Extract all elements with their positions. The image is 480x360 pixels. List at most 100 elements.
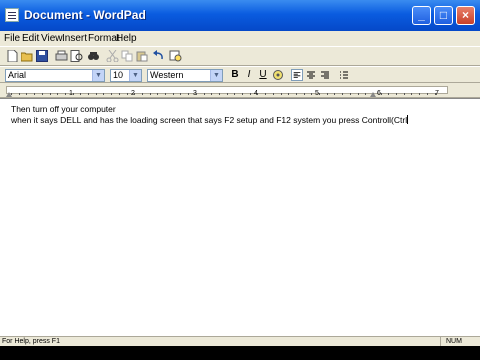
ruler-tick (357, 93, 359, 95)
ruler-tick (18, 93, 20, 95)
status-help-text: For Help, press F1 (2, 338, 60, 345)
ruler-tick (280, 93, 282, 95)
ruler-tick (426, 93, 428, 95)
menu-file[interactable]: File (4, 33, 20, 44)
ruler-tick (365, 93, 367, 95)
ruler-tick (88, 93, 89, 95)
ruler-tick (272, 93, 274, 95)
print-preview-icon[interactable] (70, 50, 83, 62)
ruler-tick (403, 93, 405, 95)
wordpad-window: Document - WordPad _ □ × File Edit View … (0, 0, 480, 360)
ruler-tick (72, 93, 74, 95)
ruler-tick (80, 93, 82, 95)
title-bar[interactable]: Document - WordPad _ □ × (0, 0, 480, 31)
ruler-tick (342, 93, 344, 95)
find-icon[interactable] (87, 50, 100, 62)
ruler-tick (126, 93, 128, 95)
ruler-tick (334, 93, 336, 95)
ruler-tick (95, 93, 97, 95)
ruler-tick (319, 93, 320, 95)
ruler-tick (326, 93, 328, 95)
ruler-tick (311, 93, 313, 95)
wordpad-app-icon[interactable] (5, 8, 19, 22)
close-button[interactable]: × (456, 6, 475, 25)
ruler-tick (388, 93, 390, 95)
status-bar: For Help, press F1 NUM (0, 336, 480, 346)
ruler-tick (111, 93, 113, 95)
ruler-tick (265, 93, 267, 95)
ruler-tick (180, 93, 182, 95)
ruler-tick (26, 93, 28, 95)
font-name-combo[interactable]: Arial ▼ (5, 69, 105, 82)
ruler-tick (218, 93, 220, 95)
color-icon[interactable] (272, 69, 284, 81)
ruler-tick (49, 93, 51, 95)
bold-button[interactable]: B (229, 69, 241, 81)
new-icon[interactable] (6, 50, 19, 62)
save-icon[interactable] (36, 50, 49, 62)
copy-icon[interactable] (121, 50, 134, 62)
undo-icon[interactable] (152, 50, 165, 62)
open-icon[interactable] (21, 50, 34, 62)
document-line-2-text: when it says DELL and has the loading sc… (11, 115, 408, 125)
text-caret (407, 115, 409, 124)
paste-icon[interactable] (136, 50, 149, 62)
ruler-tick (195, 93, 197, 95)
underline-button[interactable]: U (257, 69, 269, 81)
menu-edit[interactable]: Edit (22, 33, 39, 44)
ruler-mark: 7 (435, 90, 439, 97)
ruler-tick (141, 93, 143, 95)
left-indent-marker[interactable] (6, 92, 12, 97)
cut-icon[interactable] (106, 50, 119, 62)
ruler-tick (242, 93, 243, 95)
ruler[interactable]: 1 2 3 4 5 6 7 (0, 83, 480, 98)
ruler-tick (396, 93, 397, 95)
chevron-down-icon[interactable]: ▼ (129, 70, 141, 81)
ruler-tick (303, 93, 305, 95)
right-indent-marker[interactable] (370, 92, 376, 97)
font-name-value: Arial (8, 70, 27, 80)
print-icon[interactable] (55, 50, 68, 62)
num-lock-indicator: NUM (446, 338, 462, 345)
ruler-tick (411, 93, 413, 95)
ruler-tick (149, 93, 151, 95)
minimize-button[interactable]: _ (412, 6, 431, 25)
menu-format[interactable]: Format (88, 33, 120, 44)
ruler-tick (234, 93, 236, 95)
font-size-value: 10 (113, 70, 124, 80)
align-right-icon[interactable] (319, 69, 331, 81)
chevron-down-icon[interactable]: ▼ (92, 70, 104, 81)
format-bar: Arial ▼ 10 ▼ Western ▼ B I U (0, 66, 480, 83)
insert-datetime-icon[interactable] (169, 50, 182, 62)
ruler-tick (118, 93, 120, 95)
italic-button[interactable]: I (243, 69, 255, 81)
ruler-tick (211, 93, 213, 95)
ruler-tick (34, 93, 36, 95)
menu-view[interactable]: View (41, 33, 63, 44)
ruler-tick (157, 93, 159, 95)
align-center-icon[interactable] (305, 69, 317, 81)
ruler-tick (64, 93, 66, 95)
ruler-tick (419, 93, 421, 95)
menu-bar: File Edit View Insert Format Help (0, 31, 480, 46)
ruler-strip: 1 2 3 4 5 6 7 (6, 86, 448, 97)
ruler-tick (134, 93, 136, 95)
ruler-tick (188, 93, 190, 95)
menu-insert[interactable]: Insert (62, 33, 87, 44)
bullets-icon[interactable] (338, 69, 350, 81)
window-title: Document - WordPad (24, 8, 146, 22)
document-area[interactable]: Then turn off your computer when it says… (0, 98, 480, 336)
ruler-tick (203, 93, 205, 95)
align-left-icon[interactable] (291, 69, 303, 81)
document-line-2: when it says DELL and has the loading sc… (11, 115, 409, 125)
ruler-tick (257, 93, 259, 95)
chevron-down-icon[interactable]: ▼ (210, 70, 222, 81)
ruler-tick (295, 93, 297, 95)
document-line-1: Then turn off your computer (11, 104, 116, 114)
font-size-combo[interactable]: 10 ▼ (110, 69, 142, 82)
menu-help[interactable]: Help (116, 33, 137, 44)
maximize-button[interactable]: □ (434, 6, 453, 25)
script-combo[interactable]: Western ▼ (147, 69, 223, 82)
ruler-tick (249, 93, 251, 95)
ruler-tick (172, 93, 174, 95)
